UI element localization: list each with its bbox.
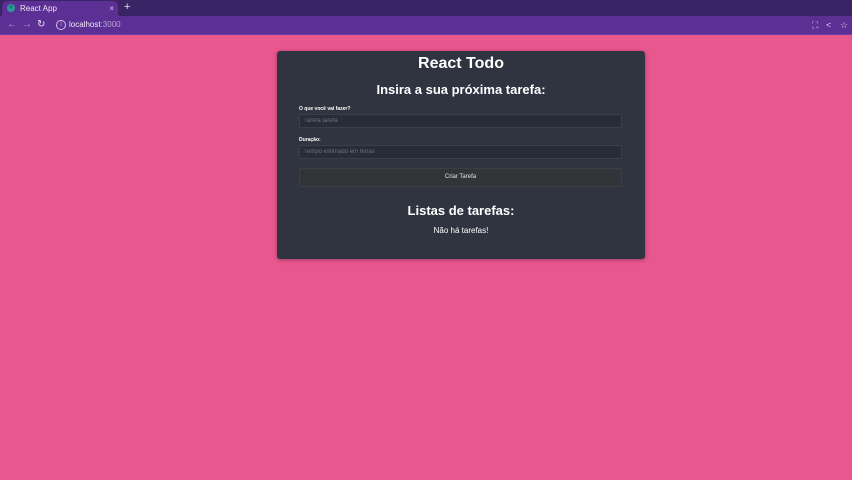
create-task-button[interactable]: Criar Tarefa	[299, 168, 622, 187]
browser-tab[interactable]: ⚛ React App ×	[2, 1, 118, 16]
app-title: React Todo	[418, 55, 504, 72]
arrow-left-icon[interactable]: ←	[7, 18, 17, 32]
task-list-heading: Listas de tarefas:	[407, 203, 515, 218]
duration-label: Duração:	[299, 137, 321, 143]
new-tab-button[interactable]: +	[124, 1, 130, 14]
info-icon[interactable]: i	[56, 20, 66, 30]
tab-title: React App	[20, 4, 57, 13]
duration-input[interactable]	[299, 145, 622, 159]
browser-toolbar: ← → ↻ i localhost:3000 ⛶ < ☆	[0, 16, 852, 35]
task-input[interactable]	[299, 114, 622, 128]
url-text: localhost:3000	[69, 19, 121, 31]
form-heading: Insira a sua próxima tarefa:	[376, 82, 546, 97]
close-tab-icon[interactable]: ×	[109, 3, 114, 14]
star-icon[interactable]: ☆	[840, 19, 848, 31]
address-bar[interactable]: i localhost:3000	[52, 18, 812, 32]
empty-list-message: Não há tarefas!	[433, 226, 489, 235]
react-favicon-icon: ⚛	[7, 4, 15, 12]
arrow-right-icon[interactable]: →	[22, 18, 32, 32]
share-icon[interactable]: <	[826, 19, 831, 31]
browser-tab-bar: ⚛ React App × +	[0, 0, 852, 16]
reload-icon[interactable]: ↻	[37, 18, 45, 32]
task-label: O que você vai fazer?	[299, 106, 351, 112]
url-host: localhost	[69, 20, 101, 29]
translate-icon[interactable]: ⛶	[812, 19, 818, 31]
url-port: :3000	[100, 20, 121, 29]
